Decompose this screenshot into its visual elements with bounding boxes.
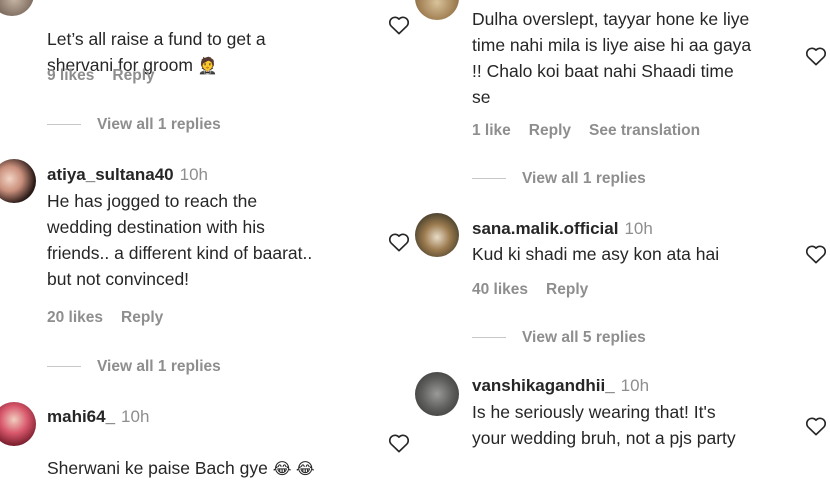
reply-button[interactable]: Reply bbox=[112, 67, 154, 84]
like-heart-icon[interactable] bbox=[805, 416, 827, 436]
likes-count[interactable]: 40 likes bbox=[472, 281, 528, 298]
reply-button[interactable]: Reply bbox=[546, 281, 588, 298]
comment-header: mahi64_ 10h bbox=[47, 406, 149, 429]
comment-header: atiya_sultana40 10h bbox=[47, 164, 208, 187]
view-replies[interactable]: View all 1 replies bbox=[47, 115, 221, 135]
replies-divider bbox=[472, 337, 506, 339]
comment-text: He has jogged to reach the wedding desti… bbox=[47, 191, 313, 289]
view-replies[interactable]: View all 1 replies bbox=[472, 169, 646, 189]
avatar[interactable] bbox=[415, 213, 459, 257]
like-heart-icon[interactable] bbox=[805, 244, 827, 264]
avatar[interactable] bbox=[0, 159, 36, 203]
username[interactable]: atiya_sultana40 bbox=[47, 165, 174, 184]
replies-divider bbox=[47, 124, 81, 126]
comment-text: Kud ki shadi me asy kon ata hai bbox=[472, 244, 720, 264]
comment-text: Sherwani ke paise Bach gye 😂 😂 bbox=[47, 458, 315, 478]
timestamp: 10h bbox=[620, 376, 650, 395]
comment-header: sana.malik.official 10h bbox=[472, 218, 653, 241]
comment-meta: 40 likes Reply bbox=[472, 280, 606, 300]
like-heart-icon[interactable] bbox=[805, 46, 827, 66]
laughing-emoji: 😂 😂 bbox=[272, 461, 315, 478]
avatar[interactable] bbox=[415, 0, 459, 20]
username[interactable]: mahi64_ bbox=[47, 407, 115, 426]
avatar[interactable] bbox=[415, 372, 459, 416]
comment-header: vanshikagandhii_ 10h bbox=[472, 375, 649, 398]
replies-divider bbox=[47, 366, 81, 368]
username[interactable]: vanshikagandhii_ bbox=[472, 376, 615, 395]
like-heart-icon[interactable] bbox=[388, 15, 410, 35]
avatar[interactable] bbox=[0, 0, 34, 16]
view-replies-link[interactable]: View all 5 replies bbox=[522, 329, 646, 346]
timestamp: 10h bbox=[179, 165, 209, 184]
view-replies[interactable]: View all 1 replies bbox=[47, 357, 221, 377]
comment-meta: 20 likes Reply bbox=[47, 308, 181, 328]
comment-text: Dulha overslept, tayyar hone ke liye tim… bbox=[472, 9, 752, 107]
likes-count[interactable]: 9 likes bbox=[47, 67, 94, 84]
comment-meta: 9 likes Reply bbox=[47, 66, 173, 86]
like-heart-icon[interactable] bbox=[388, 232, 410, 252]
left-column: Let’s all raise a fund to get a shervani… bbox=[0, 0, 415, 478]
username[interactable]: sana.malik.official bbox=[472, 219, 618, 238]
like-heart-icon[interactable] bbox=[388, 433, 410, 453]
timestamp: 10h bbox=[121, 407, 150, 426]
timestamp: 10h bbox=[624, 219, 653, 238]
see-translation-button[interactable]: See translation bbox=[589, 122, 700, 139]
reply-button[interactable]: Reply bbox=[121, 309, 163, 326]
replies-divider bbox=[472, 178, 506, 180]
groom-emoji: 🤵 bbox=[197, 58, 218, 75]
avatar[interactable] bbox=[0, 402, 36, 446]
likes-count[interactable]: 20 likes bbox=[47, 309, 103, 326]
likes-count[interactable]: 1 like bbox=[472, 122, 511, 139]
view-replies-link[interactable]: View all 1 replies bbox=[97, 116, 221, 133]
view-replies[interactable]: View all 5 replies bbox=[472, 328, 646, 348]
right-column: Dulha overslept, tayyar hone ke liye tim… bbox=[415, 0, 830, 466]
reply-button[interactable]: Reply bbox=[529, 122, 571, 139]
view-replies-link[interactable]: View all 1 replies bbox=[522, 170, 646, 187]
comment-text: Is he seriously wearing that! It's your … bbox=[472, 402, 736, 448]
comment-meta: 1 like Reply See translation bbox=[472, 121, 718, 141]
view-replies-link[interactable]: View all 1 replies bbox=[97, 358, 221, 375]
